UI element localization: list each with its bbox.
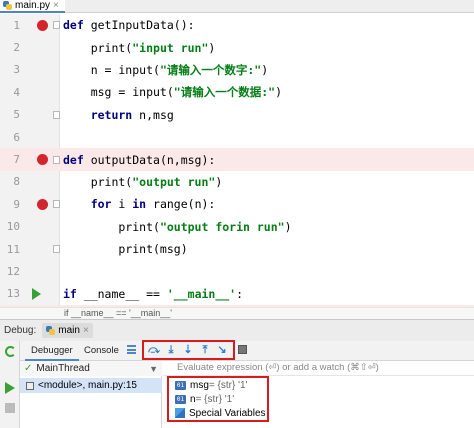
python-file-icon: [46, 326, 56, 335]
code-line-9[interactable]: 9 for i in range(n):: [0, 193, 474, 215]
line-number[interactable]: 4: [0, 86, 20, 99]
line-number[interactable]: 11: [0, 243, 20, 256]
code-text: print("output run"): [63, 174, 223, 189]
close-icon[interactable]: ×: [53, 0, 59, 11]
breakpoint-icon[interactable]: [37, 19, 48, 31]
debug-tool-window-header: Debug: main ×: [0, 319, 474, 341]
chevron-down-icon: ▼: [149, 363, 158, 374]
code-text: n = input("请输入一个数字:"): [63, 62, 269, 77]
tab-label: main.py: [15, 0, 51, 11]
run-arrow-icon[interactable]: [32, 287, 41, 300]
code-line-4[interactable]: 4 msg = input("请输入一个数据:"): [0, 81, 474, 103]
breakpoint-icon[interactable]: [37, 198, 48, 210]
code-line-2[interactable]: 2 print("input run"): [0, 36, 474, 58]
code-text: if __name__ == '__main__':: [63, 286, 244, 301]
variable-row[interactable]: 01 n = {str} '1': [175, 392, 234, 406]
special-variables-row[interactable]: Special Variables: [175, 406, 266, 420]
line-number[interactable]: 5: [0, 108, 20, 121]
code-line-8[interactable]: 8 print("output run"): [0, 171, 474, 193]
variable-name: msg: [190, 379, 209, 391]
variable-value: = {str} '1': [208, 379, 248, 391]
tab-main-py[interactable]: main.py ×: [0, 0, 65, 13]
debug-title: Debug:: [4, 325, 37, 336]
string-variable-icon: 01: [175, 394, 186, 404]
code-text: print("output forin run"): [63, 219, 292, 234]
code-text: print("input run"): [63, 40, 216, 55]
debug-session-tab[interactable]: main ×: [42, 323, 93, 338]
debug-side-toolbar: [0, 341, 20, 428]
resume-icon[interactable]: [5, 382, 15, 394]
variables-panel: Evaluate expression (⏎) or add a watch (…: [163, 361, 474, 428]
code-text: def getInputData():: [63, 18, 195, 33]
breadcrumb[interactable]: if __name__ == '__main__': [0, 307, 474, 319]
line-number[interactable]: 9: [0, 198, 20, 211]
stop-icon[interactable]: [5, 403, 15, 413]
code-line-3[interactable]: 3 n = input("请输入一个数字:"): [0, 59, 474, 81]
code-line-11[interactable]: 11 print(msg): [0, 238, 474, 260]
code-line-5[interactable]: 5 return n,msg: [0, 104, 474, 126]
code-line-7[interactable]: 7 def outputData(n,msg):: [0, 148, 474, 171]
special-variables-icon: [175, 408, 185, 418]
menu-icon[interactable]: [127, 345, 136, 354]
line-number[interactable]: 12: [0, 265, 20, 278]
line-number[interactable]: 13: [0, 287, 20, 300]
code-text: return n,msg: [63, 107, 174, 122]
step-into-my-code-icon[interactable]: ⇣: [181, 343, 195, 357]
code-line-6[interactable]: 6: [0, 126, 474, 148]
step-out-icon[interactable]: ⤒: [198, 343, 212, 357]
step-over-icon[interactable]: ⤼: [147, 343, 161, 357]
code-line-10[interactable]: 10 print("output forin run"): [0, 216, 474, 238]
code-text: msg = input("请输入一个数据:"): [63, 85, 282, 100]
line-number[interactable]: 3: [0, 63, 20, 76]
debug-session-label: main: [58, 325, 80, 336]
code-text: print(msg): [63, 242, 188, 257]
line-number[interactable]: 7: [0, 153, 20, 166]
rerun-icon[interactable]: [5, 346, 16, 357]
code-text: def outputData(n,msg):: [63, 152, 216, 167]
run-to-cursor-icon[interactable]: ↘: [215, 343, 229, 357]
variable-row[interactable]: 01 msg = {str} '1': [175, 378, 247, 392]
thread-selector[interactable]: ✓ MainThread ▼: [20, 361, 162, 376]
watch-input[interactable]: Evaluate expression (⏎) or add a watch (…: [163, 361, 474, 376]
code-editor[interactable]: 1 def getInputData(): 2 print("input run")…: [0, 14, 474, 307]
line-number[interactable]: 8: [0, 175, 20, 188]
fold-marker-icon[interactable]: [53, 200, 60, 209]
python-file-icon: [3, 1, 12, 10]
fold-marker-icon[interactable]: [53, 110, 60, 119]
stack-frame[interactable]: <module>, main.py:15: [20, 378, 162, 393]
fold-marker-icon[interactable]: [53, 245, 60, 254]
fold-marker-icon[interactable]: [53, 21, 60, 30]
frame-label: <module>, main.py:15: [38, 380, 137, 391]
code-line-1[interactable]: 1 def getInputData():: [0, 14, 474, 36]
code-line-13[interactable]: 13 if __name__ == '__main__':: [0, 283, 474, 305]
evaluate-expression-icon[interactable]: [238, 345, 247, 354]
check-icon: ✓: [24, 363, 33, 374]
close-icon[interactable]: ×: [83, 325, 89, 336]
special-variables-label: Special Variables: [189, 407, 266, 419]
line-number[interactable]: 1: [0, 19, 20, 32]
code-text: for i in range(n):: [63, 197, 216, 212]
thread-name: MainThread: [36, 363, 90, 374]
editor-tab-bar: main.py ×: [0, 0, 474, 13]
code-line-12[interactable]: 12: [0, 260, 474, 282]
frames-panel: ✓ MainThread ▼ <module>, main.py:15: [20, 361, 162, 428]
line-number[interactable]: 10: [0, 220, 20, 233]
line-number[interactable]: 6: [0, 131, 20, 144]
tab-console[interactable]: Console: [78, 341, 125, 361]
frame-icon: [26, 381, 34, 390]
variable-value: = {str} '1': [195, 393, 235, 405]
step-into-icon[interactable]: ⤓: [164, 343, 178, 357]
fold-marker-icon[interactable]: [53, 155, 60, 164]
string-variable-icon: 01: [175, 380, 186, 390]
tab-debugger[interactable]: Debugger: [25, 341, 79, 361]
breakpoint-icon[interactable]: [37, 154, 48, 166]
line-number[interactable]: 2: [0, 41, 20, 54]
